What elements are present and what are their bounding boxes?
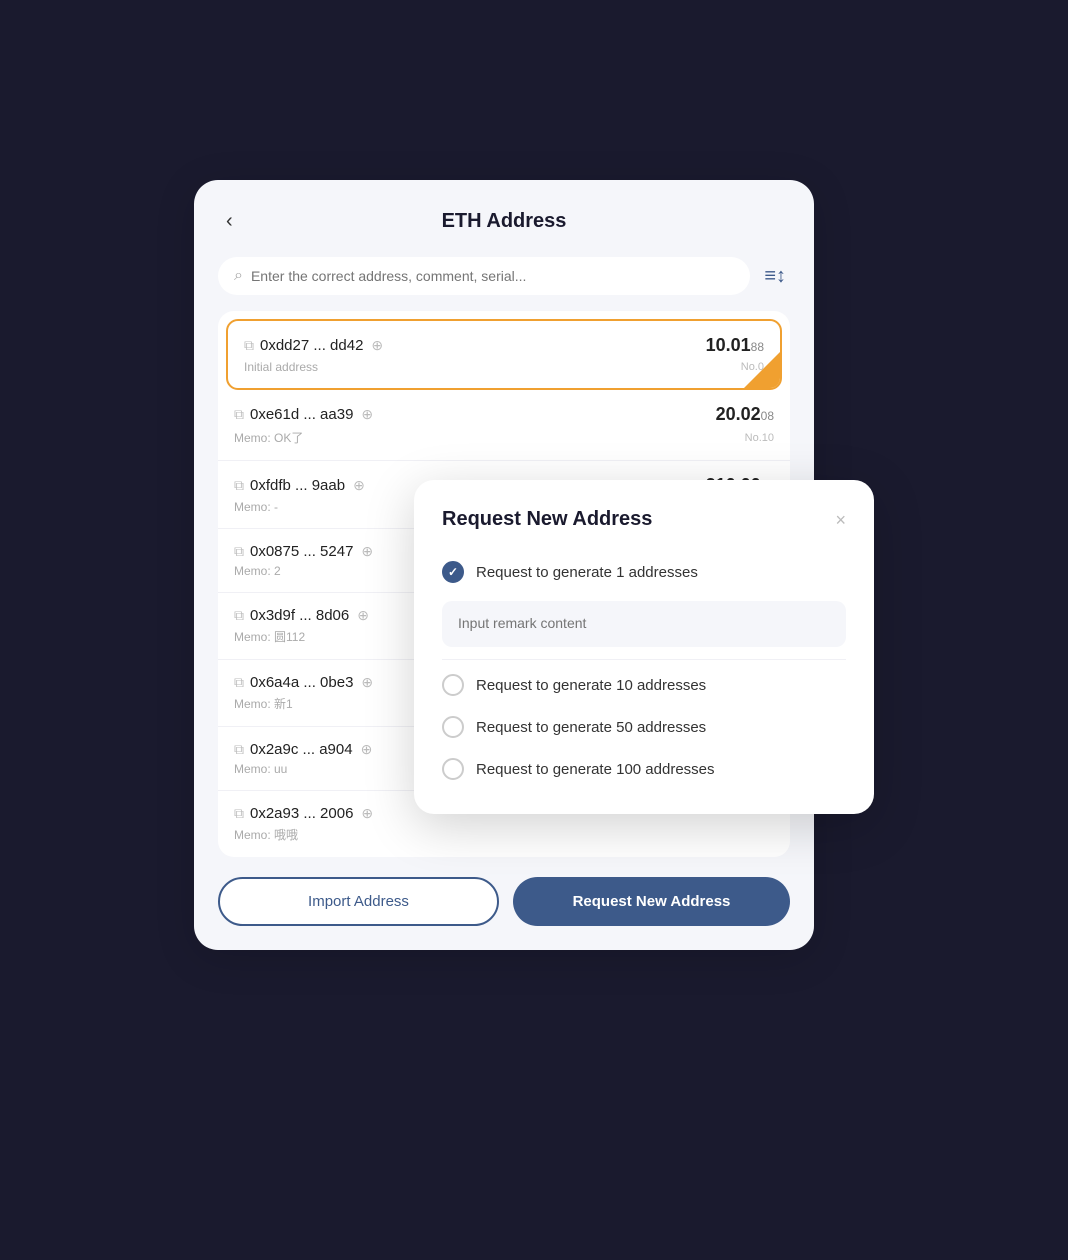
memo-text-6: Memo: uu <box>234 762 287 776</box>
address-text-0: 0xdd27 ... dd42 <box>260 337 363 354</box>
radio-circle-3 <box>442 716 464 738</box>
search-bar: ⌕ ≡↕ <box>218 257 790 295</box>
page-header: ‹ ETH Address <box>218 210 790 233</box>
radio-option-1[interactable]: Request to generate 1 addresses <box>442 551 846 593</box>
search-addr-icon-2[interactable]: ⊕ <box>353 477 365 494</box>
radio-option-4[interactable]: Request to generate 100 addresses <box>442 748 846 790</box>
address-text-2: 0xfdfb ... 9aab <box>250 477 345 494</box>
memo-text-2: Memo: - <box>234 500 278 514</box>
memo-text-0: Initial address <box>244 360 318 374</box>
copy-icon-0[interactable]: ⧉ <box>244 337 254 354</box>
radio-option-3[interactable]: Request to generate 50 addresses <box>442 706 846 748</box>
search-addr-icon-7[interactable]: ⊕ <box>361 805 373 822</box>
search-addr-icon-4[interactable]: ⊕ <box>357 607 369 624</box>
copy-icon-6[interactable]: ⧉ <box>234 741 244 758</box>
search-addr-icon-0[interactable]: ⊕ <box>371 337 383 354</box>
address-text-7: 0x2a93 ... 2006 <box>250 805 353 822</box>
back-button[interactable]: ‹ <box>218 206 241 237</box>
search-addr-icon-6[interactable]: ⊕ <box>361 741 373 758</box>
address-text-4: 0x3d9f ... 8d06 <box>250 607 349 624</box>
radio-circle-1 <box>442 561 464 583</box>
memo-text-1: Memo: OK了 <box>234 429 303 446</box>
copy-icon-5[interactable]: ⧉ <box>234 674 244 691</box>
memo-text-4: Memo: 圆112 <box>234 628 305 645</box>
request-new-address-modal: Request New Address × Request to generat… <box>414 480 874 814</box>
modal-title: Request New Address <box>442 508 652 531</box>
bottom-buttons: Import Address Request New Address <box>218 877 790 926</box>
address-item-0[interactable]: ⧉ 0xdd27 ... dd42 ⊕ 10.0188 Initial addr… <box>226 319 782 390</box>
import-address-button[interactable]: Import Address <box>218 877 499 926</box>
amount-dec-1: 08 <box>761 409 774 423</box>
address-item-1[interactable]: ⧉ 0xe61d ... aa39 ⊕ 20.0208 Memo: OK了 No… <box>218 390 790 461</box>
memo-text-7: Memo: 哦哦 <box>234 826 298 843</box>
radio-label-3: Request to generate 50 addresses <box>476 719 706 736</box>
search-addr-icon-1[interactable]: ⊕ <box>361 406 373 423</box>
amount-main-1: 20.02 <box>716 404 761 424</box>
radio-circle-4 <box>442 758 464 780</box>
copy-icon-3[interactable]: ⧉ <box>234 543 244 560</box>
modal-header: Request New Address × <box>442 508 846 531</box>
copy-icon-1[interactable]: ⧉ <box>234 406 244 423</box>
address-text-5: 0x6a4a ... 0be3 <box>250 674 353 691</box>
active-corner-badge <box>744 352 780 388</box>
request-new-address-button[interactable]: Request New Address <box>513 877 790 926</box>
memo-text-5: Memo: 新1 <box>234 695 293 712</box>
copy-icon-4[interactable]: ⧉ <box>234 607 244 624</box>
address-text-3: 0x0875 ... 5247 <box>250 543 353 560</box>
radio-label-2: Request to generate 10 addresses <box>476 677 706 694</box>
divider <box>442 659 846 660</box>
remark-input[interactable] <box>458 615 830 631</box>
radio-label-4: Request to generate 100 addresses <box>476 761 715 778</box>
no-badge-1: No.10 <box>745 432 774 444</box>
filter-button[interactable]: ≡↕ <box>760 261 790 292</box>
address-text-1: 0xe61d ... aa39 <box>250 406 353 423</box>
radio-label-1: Request to generate 1 addresses <box>476 564 698 581</box>
search-addr-icon-3[interactable]: ⊕ <box>361 543 373 560</box>
copy-icon-7[interactable]: ⧉ <box>234 805 244 822</box>
copy-icon-2[interactable]: ⧉ <box>234 477 244 494</box>
memo-text-3: Memo: 2 <box>234 564 281 578</box>
search-input[interactable] <box>251 268 734 284</box>
search-input-wrap: ⌕ <box>218 257 750 295</box>
radio-option-2[interactable]: Request to generate 10 addresses <box>442 664 846 706</box>
search-addr-icon-5[interactable]: ⊕ <box>361 674 373 691</box>
remark-input-wrap <box>442 601 846 647</box>
page-title: ETH Address <box>442 210 567 233</box>
search-icon: ⌕ <box>234 267 243 285</box>
address-text-6: 0x2a9c ... a904 <box>250 741 353 758</box>
modal-close-button[interactable]: × <box>835 511 846 529</box>
radio-circle-2 <box>442 674 464 696</box>
